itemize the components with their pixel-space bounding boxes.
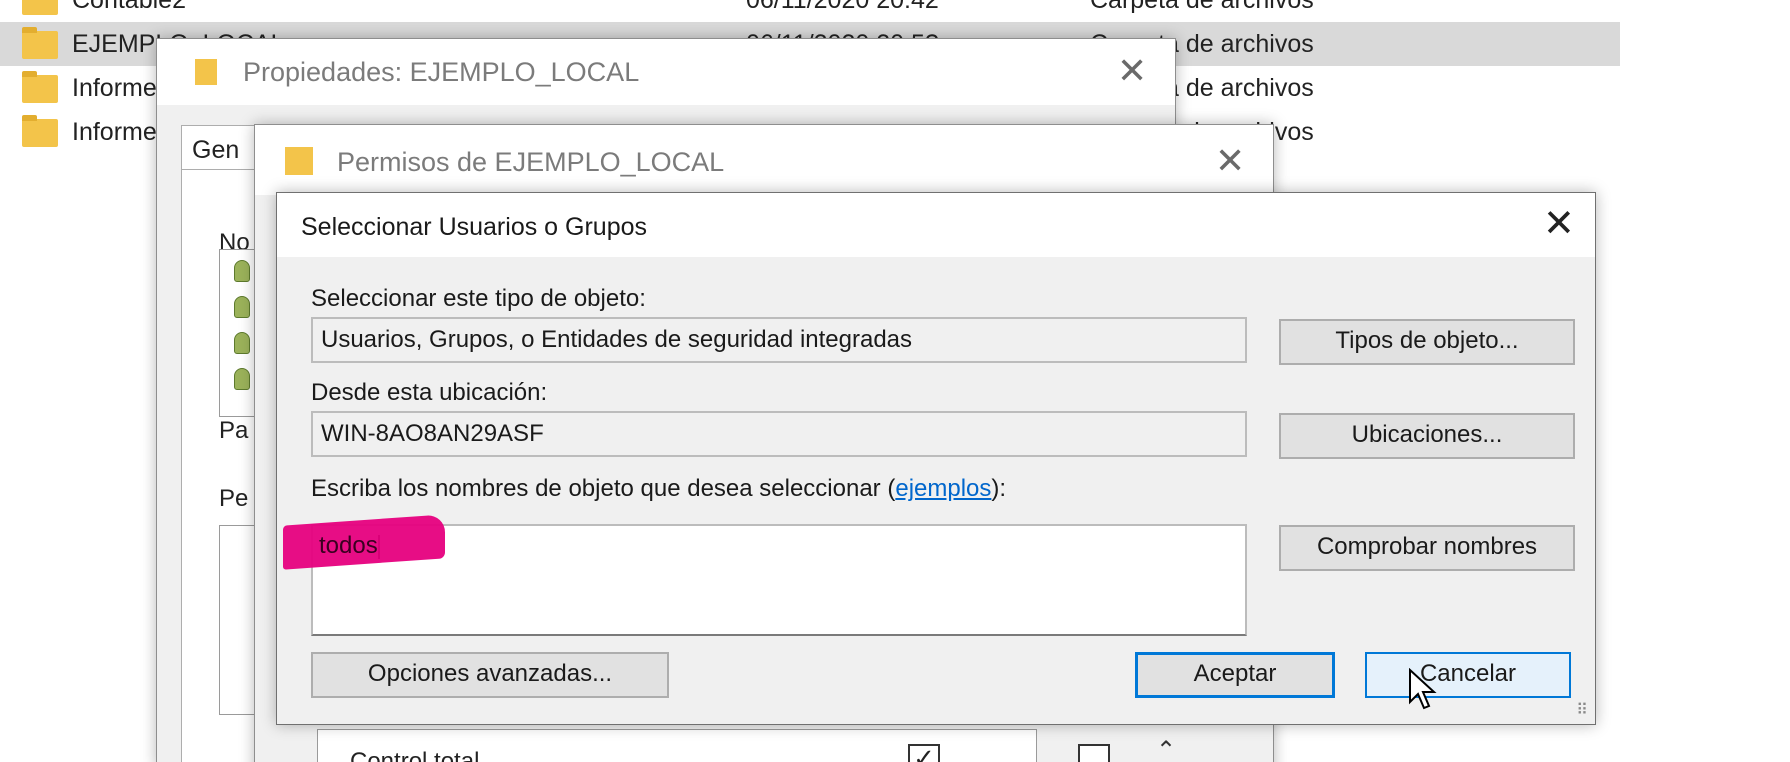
select-users-dialog: Seleccionar Usuarios o Grupos ✕ Seleccio… xyxy=(276,192,1596,725)
permissions-title: Permisos de EJEMPLO_LOCAL xyxy=(337,147,725,177)
permissions-table: Control total ✓ ⌃ xyxy=(317,729,1176,762)
cancel-button[interactable]: Cancelar xyxy=(1365,652,1571,698)
folder-icon xyxy=(195,59,217,85)
folder-icon xyxy=(22,115,58,147)
tab-general[interactable]: Gen xyxy=(181,125,261,171)
user-icon xyxy=(234,296,250,318)
object-names-label-suffix: ): xyxy=(991,475,1007,502)
object-names-label: Escriba los nombres de objeto que desea … xyxy=(311,475,1006,503)
object-names-label-prefix: Escriba los nombres de objeto que desea … xyxy=(311,475,896,502)
close-icon[interactable]: ✕ xyxy=(1215,143,1245,179)
user-icon xyxy=(234,260,250,282)
chevron-up-icon[interactable]: ⌃ xyxy=(1156,736,1176,762)
location-label: Desde esta ubicación: xyxy=(311,379,548,406)
folder-icon xyxy=(22,71,58,103)
location-field: WIN-8AO8AN29ASF xyxy=(311,411,1247,457)
file-type: Carpeta de archivos xyxy=(1090,0,1314,14)
select-users-titlebar[interactable]: Seleccionar Usuarios o Grupos ✕ xyxy=(277,193,1595,257)
properties-label: Pe xyxy=(219,485,249,512)
close-icon[interactable]: ✕ xyxy=(1543,205,1575,243)
dialog-title: Seleccionar Usuarios o Grupos xyxy=(301,213,647,241)
object-types-button[interactable]: Tipos de objeto... xyxy=(1279,319,1575,365)
close-icon[interactable]: ✕ xyxy=(1117,53,1147,89)
permissions-list[interactable] xyxy=(219,525,259,715)
properties-label: Pa xyxy=(219,417,249,444)
permission-name: Control total xyxy=(350,748,480,762)
folder-icon xyxy=(285,147,313,175)
user-icon xyxy=(234,332,250,354)
object-type-label: Seleccionar este tipo de objeto: xyxy=(311,285,646,312)
resize-grip-icon[interactable]: ⠿ xyxy=(1576,700,1589,720)
object-names-input[interactable]: todos xyxy=(283,514,1247,636)
mouse-cursor-icon xyxy=(1409,668,1437,710)
file-name: Contable2 xyxy=(72,0,186,14)
file-name: Informes xyxy=(72,118,170,146)
object-names-value: todos xyxy=(319,532,378,559)
group-user-list[interactable] xyxy=(219,249,259,417)
file-date: 06/11/2020 20:42 xyxy=(746,0,939,14)
file-row[interactable]: Contable2 06/11/2020 20:42 Carpeta de ar… xyxy=(0,0,1620,22)
properties-title: Propiedades: EJEMPLO_LOCAL xyxy=(243,57,640,87)
locations-button[interactable]: Ubicaciones... xyxy=(1279,413,1575,459)
folder-icon xyxy=(22,27,58,59)
object-type-field: Usuarios, Grupos, o Entidades de segurid… xyxy=(311,317,1247,363)
properties-titlebar[interactable]: Propiedades: EJEMPLO_LOCAL ✕ xyxy=(157,39,1175,105)
file-name: Informes xyxy=(72,74,170,102)
advanced-options-button[interactable]: Opciones avanzadas... xyxy=(311,652,669,698)
ok-button[interactable]: Aceptar xyxy=(1135,652,1335,698)
examples-link[interactable]: ejemplos xyxy=(895,475,991,502)
folder-icon xyxy=(22,0,58,15)
permissions-titlebar[interactable]: Permisos de EJEMPLO_LOCAL ✕ xyxy=(255,125,1273,195)
user-icon xyxy=(234,368,250,390)
allow-checkbox[interactable]: ✓ xyxy=(908,744,940,762)
deny-checkbox[interactable] xyxy=(1078,744,1110,762)
check-names-button[interactable]: Comprobar nombres xyxy=(1279,525,1575,571)
